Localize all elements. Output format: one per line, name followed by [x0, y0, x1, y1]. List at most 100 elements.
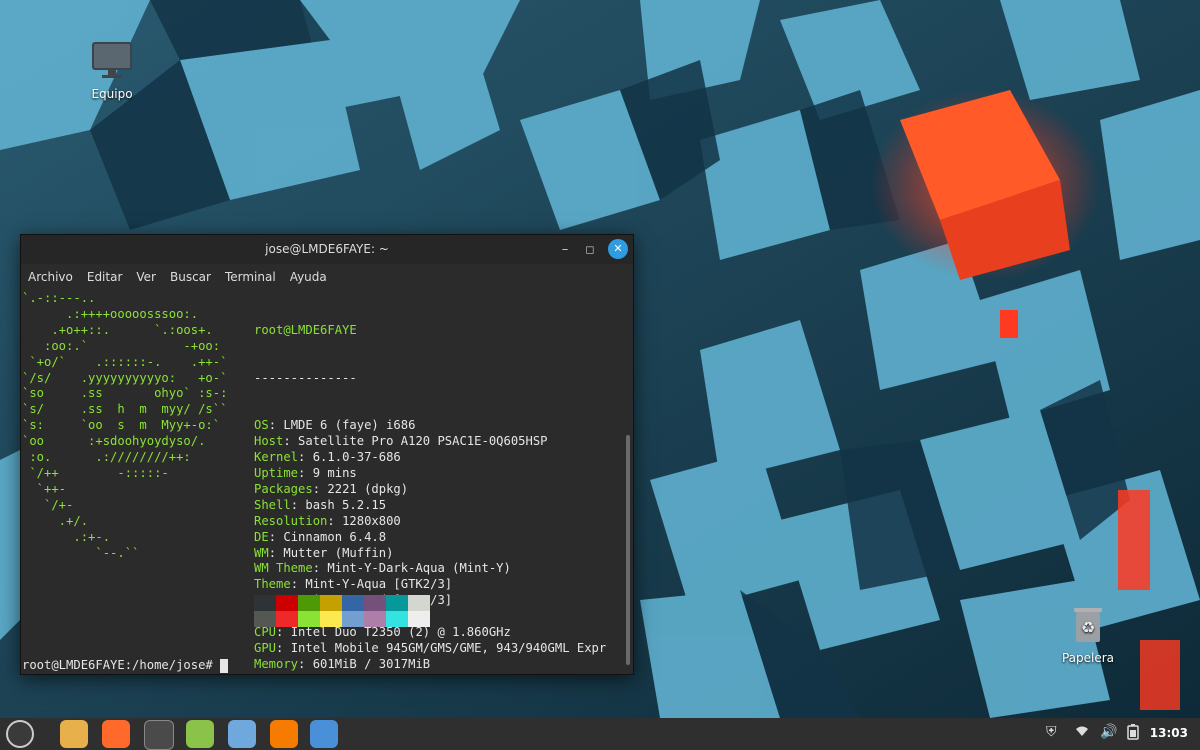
info-row: WM: Mutter (Muffin)	[254, 546, 606, 562]
palette-swatch	[320, 595, 342, 611]
user-host: root@LMDE6FAYE	[254, 322, 357, 337]
apps-grid-icon[interactable]	[186, 720, 214, 748]
info-row: OS: LMDE 6 (faye) i686	[254, 418, 606, 434]
logo-line: `++-	[22, 481, 67, 496]
trash-icon: ♻	[1074, 608, 1102, 642]
firefox-icon[interactable]	[102, 720, 130, 748]
terminal-output[interactable]: `.-::---.. .:++++ooooosssoo:. .+o++::. `…	[21, 290, 633, 674]
scrollbar[interactable]	[626, 435, 630, 665]
logo-line: `so .ss ohyo` :s-:	[22, 386, 228, 401]
info-value: Mutter (Muffin)	[283, 545, 394, 560]
logo-line: `.-::---..	[22, 291, 96, 305]
palette-swatch	[408, 595, 430, 611]
screenshot-icon[interactable]	[310, 720, 338, 748]
info-colon: :	[290, 497, 306, 512]
browser-icon[interactable]	[228, 720, 256, 748]
text-cursor	[220, 658, 229, 673]
palette-swatch	[386, 595, 408, 611]
menu-bar: Archivo Editar Ver Buscar Terminal Ayuda	[21, 264, 633, 290]
info-value: LMDE 6 (faye) i686	[283, 418, 416, 433]
mint-menu-icon[interactable]	[6, 720, 34, 748]
clock[interactable]: 13:03	[1150, 726, 1188, 740]
logo-line: .+/.	[22, 513, 89, 528]
info-row: Host: Satellite Pro A120 PSAC1E-0Q605HSP	[254, 434, 606, 450]
info-colon: :	[268, 545, 284, 560]
terminal-icon[interactable]	[144, 720, 174, 750]
shell-prompt: root@LMDE6FAYE:/home/jose#	[22, 658, 229, 674]
info-value: 601MiB / 3017MiB	[312, 656, 431, 671]
close-icon: ✕	[613, 242, 623, 255]
desktop-icon-computer[interactable]: Equipo	[67, 40, 157, 101]
window-titlebar[interactable]: jose@LMDE6FAYE: ~ – ◻ ✕	[21, 235, 633, 264]
info-colon: :	[290, 577, 306, 592]
palette-swatch	[408, 611, 430, 627]
window-title: jose@LMDE6FAYE: ~	[265, 242, 389, 256]
desktop-icon-label: Papelera	[1061, 651, 1115, 665]
palette-swatch	[276, 611, 298, 627]
info-key: Shell	[254, 497, 291, 512]
info-key: Kernel	[254, 450, 299, 465]
menu-terminal[interactable]: Terminal	[225, 270, 276, 284]
info-key: OS	[254, 418, 269, 433]
info-row: Uptime: 9 mins	[254, 466, 606, 482]
logo-line: :oo:.` -+oo:	[22, 338, 221, 353]
palette-swatch	[254, 595, 276, 611]
info-colon: :	[312, 561, 328, 576]
info-value: Mint-Y-Aqua [GTK2/3]	[305, 577, 453, 592]
info-colon: :	[268, 529, 284, 544]
distro-ascii-logo: `.-::---.. .:++++ooooosssoo:. .+o++::. `…	[22, 291, 227, 561]
menu-buscar[interactable]: Buscar	[170, 270, 211, 284]
info-value: Cinnamon 6.4.8	[283, 529, 387, 544]
info-value: Intel Duo T2350 (2) @ 1.860GHz	[290, 625, 511, 640]
menu-ayuda[interactable]: Ayuda	[290, 270, 327, 284]
menu-editar[interactable]: Editar	[87, 270, 123, 284]
logo-line: `s: `oo s m Myy+-o:`	[22, 418, 221, 433]
vlc-icon[interactable]	[270, 720, 298, 748]
info-key: GPU	[254, 640, 277, 655]
menu-ver[interactable]: Ver	[136, 270, 156, 284]
info-row: DE: Cinnamon 6.4.8	[254, 530, 606, 546]
info-colon: :	[276, 640, 291, 655]
close-button[interactable]: ✕	[608, 239, 628, 259]
files-icon[interactable]	[60, 720, 88, 748]
shield-icon[interactable]: ⛨	[1046, 724, 1057, 740]
minimize-button[interactable]: –	[554, 235, 576, 264]
info-value: bash 5.2.15	[305, 497, 387, 512]
info-row: Kernel: 6.1.0-37-686	[254, 450, 606, 466]
logo-line: `s/ .ss h m myy/ /s``	[22, 402, 228, 417]
color-palette	[254, 595, 430, 627]
info-colon: :	[312, 481, 328, 496]
logo-line: `/++ -:::::-	[22, 465, 169, 480]
info-colon: :	[283, 434, 299, 449]
battery-icon[interactable]	[1127, 724, 1139, 744]
computer-icon	[92, 42, 132, 78]
info-key: WM Theme	[254, 561, 313, 576]
svg-text:♻: ♻	[1081, 618, 1095, 637]
volume-icon[interactable]: 🔊	[1100, 724, 1117, 740]
palette-swatch	[342, 595, 364, 611]
wifi-icon[interactable]	[1074, 724, 1090, 742]
logo-line: .:++++ooooosssoo:.	[22, 306, 199, 321]
palette-swatch	[276, 595, 298, 611]
info-colon: :	[327, 513, 343, 528]
info-value: 6.1.0-37-686	[312, 450, 401, 465]
logo-line: `/s/ .yyyyyyyyyyo: +o-`	[22, 370, 228, 385]
logo-line: .+o++::. `.:oos+.	[22, 322, 213, 337]
info-row: Memory: 601MiB / 3017MiB	[254, 657, 606, 673]
maximize-button[interactable]: ◻	[579, 235, 601, 264]
info-key: Theme	[254, 577, 291, 592]
logo-line: `oo :+sdoohyoydyso/.	[22, 434, 206, 449]
palette-swatch	[298, 595, 320, 611]
terminal-window[interactable]: jose@LMDE6FAYE: ~ – ◻ ✕ Archivo Editar Ver…	[20, 234, 634, 675]
info-key: Packages	[254, 481, 313, 496]
info-value: 2221 (dpkg)	[327, 481, 409, 496]
menu-archivo[interactable]: Archivo	[28, 270, 73, 284]
info-row: WM Theme: Mint-Y-Dark-Aqua (Mint-Y)	[254, 561, 606, 577]
palette-swatch	[364, 611, 386, 627]
info-key: Uptime	[254, 465, 299, 480]
taskbar: ⛨ 🔊 13:03	[0, 718, 1200, 750]
info-key: Host	[254, 434, 284, 449]
desktop-icon-label: Equipo	[91, 87, 133, 101]
logo-line: `--.``	[22, 545, 140, 560]
desktop-icon-trash[interactable]: ♻ Papelera	[1043, 602, 1133, 665]
